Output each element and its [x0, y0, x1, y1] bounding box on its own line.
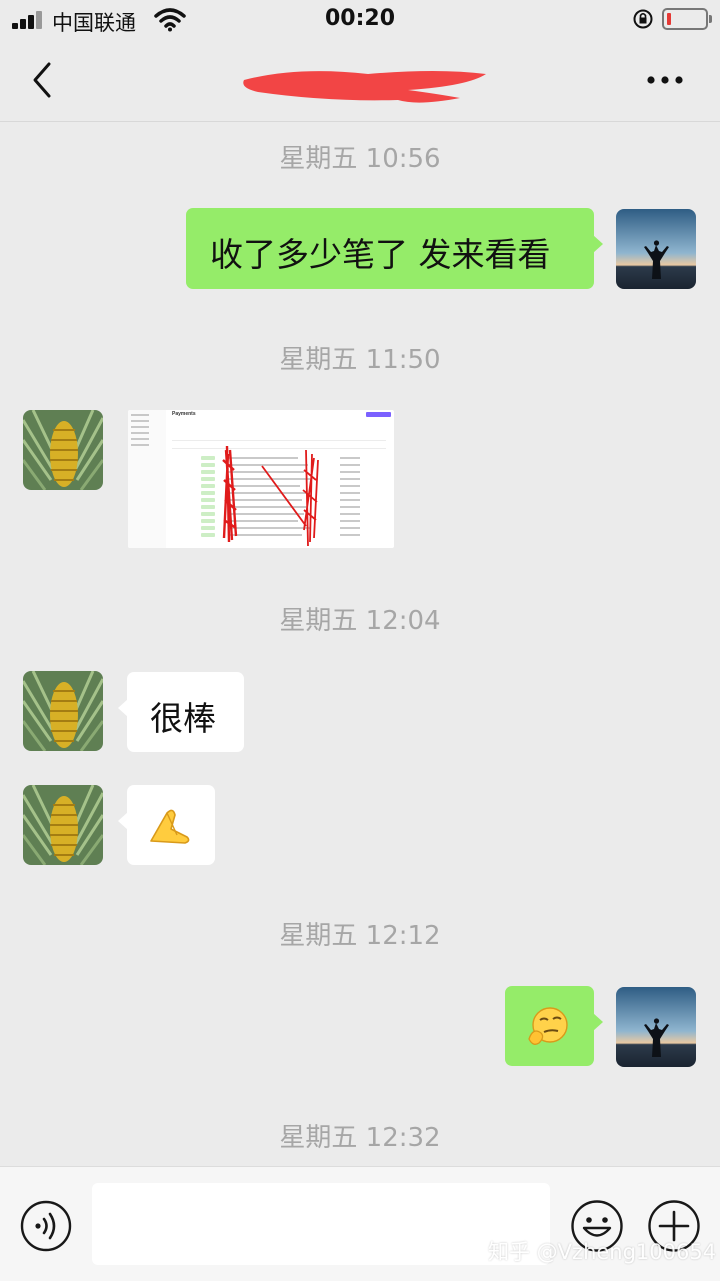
carrier-label: 中国联通	[52, 11, 136, 35]
received-emoji-bubble[interactable]	[118, 785, 215, 865]
cycad-plant-avatar-image	[23, 671, 103, 751]
red-scribble-redaction	[222, 445, 319, 547]
smirk-face-emoji-icon	[528, 1007, 568, 1045]
wifi-icon	[154, 8, 186, 32]
status-bar: 中国联通 00:20	[0, 0, 720, 40]
sent-emoji-bubble[interactable]	[505, 986, 603, 1066]
back-arrow-icon[interactable]	[22, 58, 62, 102]
battery-level	[667, 13, 671, 25]
message-timestamp: 星期五 11:50	[279, 345, 441, 375]
message-timestamp: 星期五 12:12	[279, 921, 441, 951]
sent-text-bubble[interactable]: 收了多少笔了 发来看看	[186, 208, 603, 289]
rotation-lock-icon	[633, 9, 653, 29]
status-time: 00:20	[324, 6, 396, 31]
received-text-bubble[interactable]: 很棒	[118, 672, 244, 752]
redacted-chat-title	[243, 71, 486, 103]
message-timestamp: 星期五 10:56	[279, 144, 441, 174]
cycad-plant-avatar-image	[23, 410, 103, 490]
message-input[interactable]	[92, 1183, 550, 1265]
more-options-icon[interactable]	[640, 68, 690, 92]
contact-avatar[interactable]	[23, 785, 103, 865]
contact-avatar[interactable]	[23, 671, 103, 751]
message-timestamp: 星期五 12:04	[279, 606, 441, 636]
my-avatar[interactable]	[616, 209, 696, 289]
voice-input-icon[interactable]	[20, 1200, 72, 1252]
message-text: 收了多少笔了 发来看看	[210, 235, 551, 274]
chat-header	[0, 40, 720, 122]
my-avatar[interactable]	[616, 987, 696, 1067]
folded-hands-emoji-icon	[150, 809, 190, 844]
message-timestamp: 星期五 12:32	[279, 1123, 441, 1153]
zhihu-watermark: 知乎 @Vzheng100654	[488, 1240, 717, 1264]
sunset-silhouette-avatar-image	[616, 209, 696, 289]
message-text: 很棒	[150, 699, 216, 738]
cycad-plant-avatar-image	[23, 785, 103, 865]
signal-icon	[12, 11, 46, 29]
sunset-silhouette-avatar-image	[616, 987, 696, 1067]
contact-avatar[interactable]	[23, 410, 103, 490]
battery-icon	[662, 8, 712, 30]
payments-screenshot-image[interactable]: Payments	[128, 410, 394, 548]
